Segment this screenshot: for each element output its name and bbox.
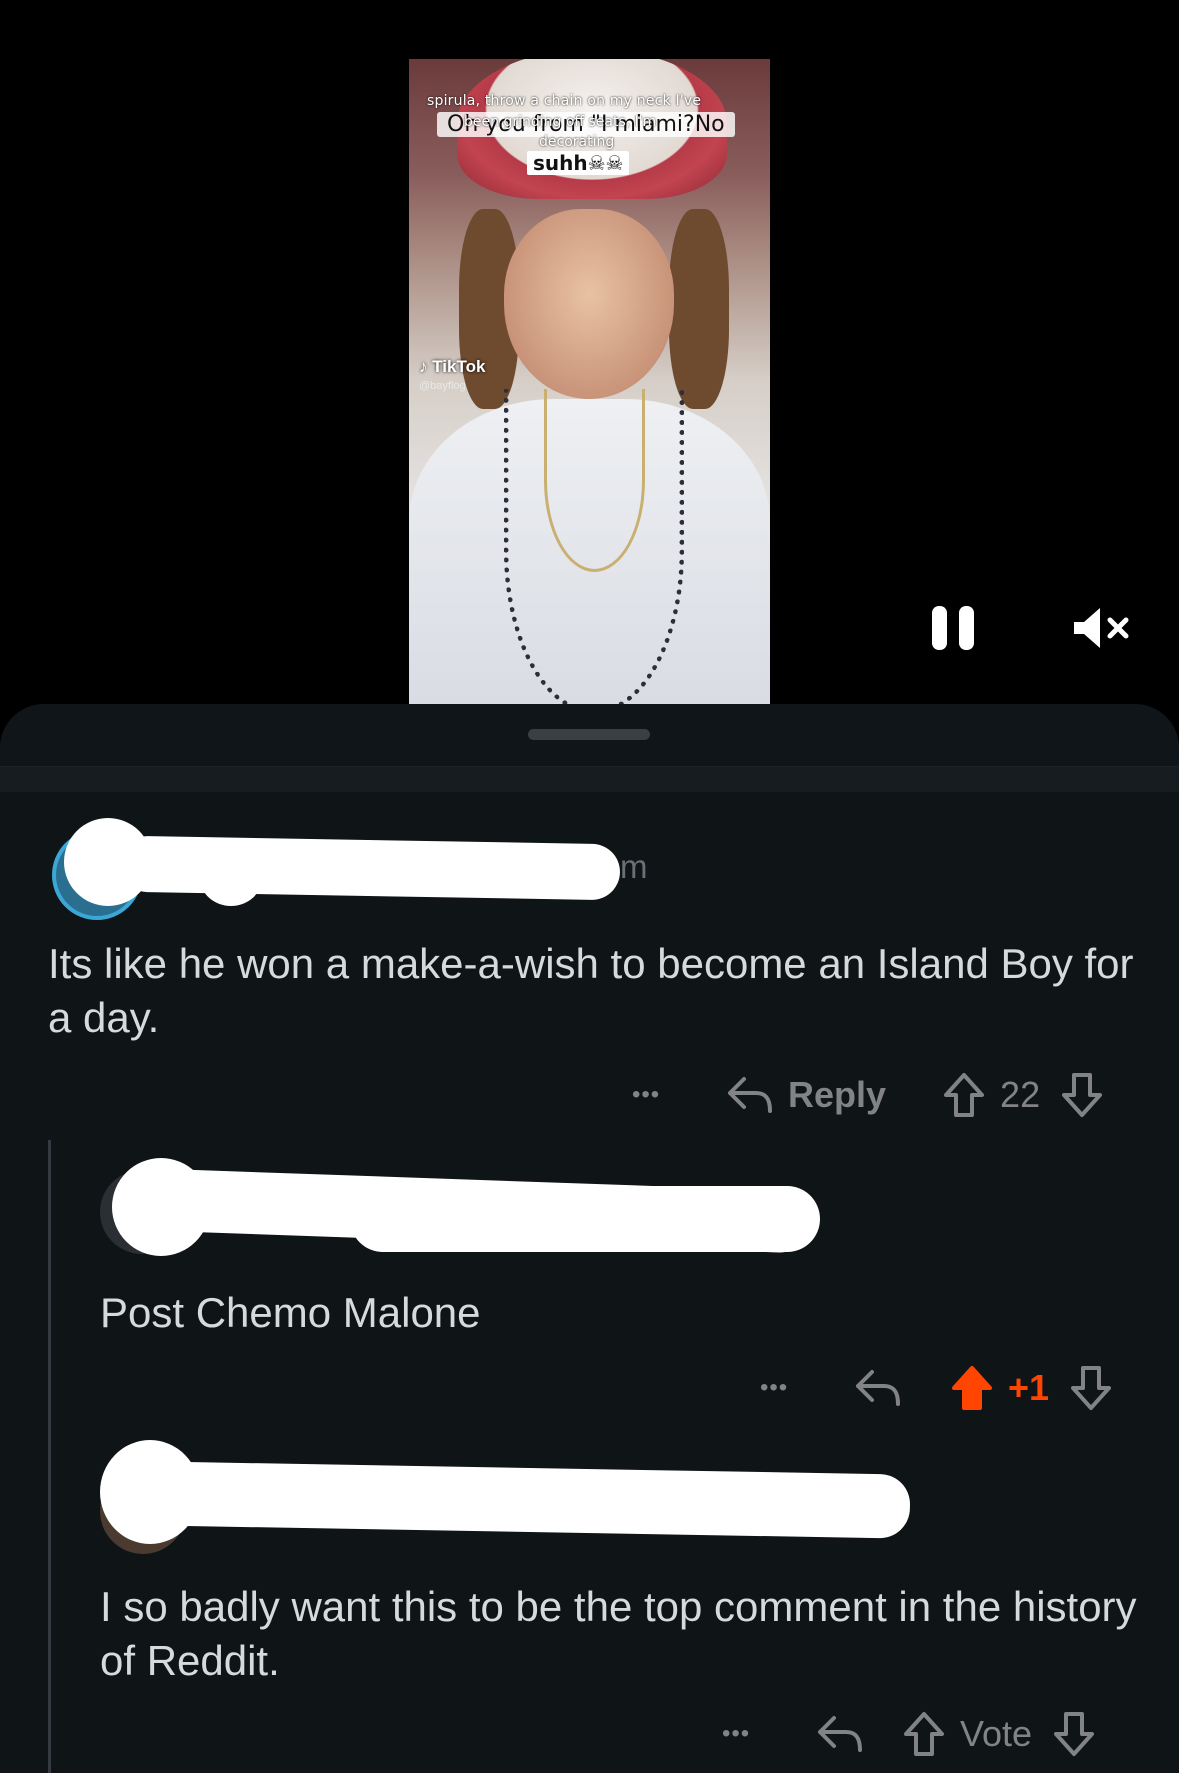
video-content-hair xyxy=(669,209,729,409)
vote-label: Vote xyxy=(960,1713,1033,1754)
reply-button[interactable]: Reply xyxy=(726,1073,886,1117)
video-caption-line3: decorating xyxy=(539,134,615,150)
tiktok-watermark-text: TikTok xyxy=(432,357,486,376)
video-player[interactable]: Oh you from "I miami?No spirula, throw a… xyxy=(0,0,1179,705)
video-caption-line1: spirula, throw a chain on my neck I've xyxy=(427,93,702,109)
sheet-header[interactable] xyxy=(0,704,1179,766)
more-icon: ••• xyxy=(632,1081,661,1108)
comment-actions: ••• Vote xyxy=(722,1712,1096,1756)
tiktok-watermark: ♪ TikTok xyxy=(419,357,485,377)
speaker-muted-icon[interactable] xyxy=(1072,604,1132,652)
downvote-icon xyxy=(1071,1366,1112,1410)
video-content-face xyxy=(504,209,674,399)
downvote-button[interactable] xyxy=(1069,1364,1113,1412)
more-options-button[interactable]: ••• xyxy=(760,1374,810,1402)
redaction-mark xyxy=(350,1186,820,1252)
reply-button[interactable] xyxy=(816,1712,864,1756)
comment-timestamp: m xyxy=(620,848,648,885)
video-caption-line2: been grinding off seats, I'm xyxy=(464,114,657,130)
tiktok-handle: @bayflog xyxy=(419,380,466,392)
comment-meta-partial xyxy=(320,1504,440,1524)
upvote-icon xyxy=(904,1712,944,1756)
more-icon: ••• xyxy=(760,1374,789,1401)
comment-body: I so badly want this to be the top comme… xyxy=(100,1583,1137,1684)
comment-body: Its like he won a make-a-wish to become … xyxy=(48,940,1134,1041)
upvote-filled-icon xyxy=(952,1366,992,1410)
drag-handle[interactable] xyxy=(528,729,650,740)
redaction-mark xyxy=(149,1461,911,1539)
more-options-button[interactable]: ••• xyxy=(632,1081,682,1109)
downvote-icon xyxy=(1054,1712,1095,1756)
reply-icon xyxy=(728,1077,772,1113)
redaction-mark xyxy=(200,850,262,906)
redaction-mark xyxy=(119,835,621,901)
vote-count: 22 xyxy=(1000,1074,1041,1115)
reply-button[interactable] xyxy=(854,1366,902,1410)
comment-actions: ••• Reply 22 xyxy=(632,1073,1104,1117)
reply-icon xyxy=(818,1716,862,1752)
upvote-button[interactable] xyxy=(942,1071,986,1119)
reply-label: Reply xyxy=(788,1074,887,1115)
downvote-button[interactable] xyxy=(1060,1071,1104,1119)
pause-icon[interactable] xyxy=(932,606,976,650)
more-icon: ••• xyxy=(722,1720,751,1747)
reply-icon xyxy=(856,1370,900,1406)
video-caption-box2: suhh☠☠ xyxy=(527,151,630,175)
upvote-icon xyxy=(944,1073,985,1117)
video-content-chain-gold xyxy=(544,389,645,572)
upvote-button[interactable] xyxy=(950,1364,994,1412)
vote-count: +1 xyxy=(1008,1367,1050,1408)
video-frame[interactable]: Oh you from "I miami?No spirula, throw a… xyxy=(409,59,770,705)
comment-actions: ••• +1 xyxy=(760,1366,1113,1410)
comment-body: Post Chemo Malone xyxy=(100,1289,481,1336)
more-options-button[interactable]: ••• xyxy=(722,1720,772,1748)
thread-line[interactable] xyxy=(48,1140,51,1773)
downvote-button[interactable] xyxy=(1052,1710,1096,1758)
tiktok-logo-icon: ♪ xyxy=(419,357,428,376)
divider-strip xyxy=(0,767,1179,792)
upvote-button[interactable] xyxy=(902,1710,946,1758)
downvote-icon xyxy=(1062,1073,1103,1117)
